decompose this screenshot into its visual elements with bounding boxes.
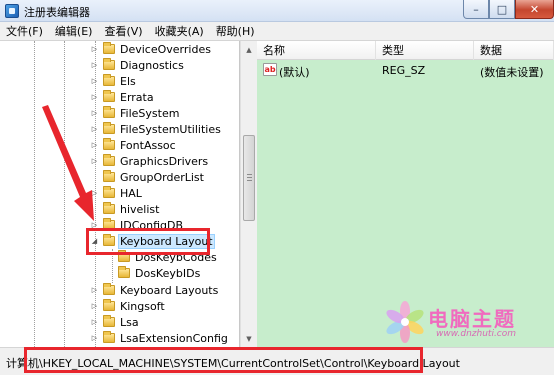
minimize-button[interactable]: – — [463, 0, 489, 19]
tree-item-els[interactable]: ▷ Els — [90, 73, 137, 89]
tree-item-keyboard-layouts[interactable]: ▷ Keyboard Layouts — [90, 282, 219, 298]
tree-item-grouporderlist[interactable]: GroupOrderList — [90, 169, 205, 185]
tree-item-errata[interactable]: ▷ Errata — [90, 89, 155, 105]
tree-item-lsaextensionconfig[interactable]: ▷ LsaExtensionConfig — [90, 330, 229, 346]
registry-tree[interactable]: ▷ DeviceOverrides ▷ Diagnostics ▷ Els ▷ … — [0, 41, 240, 347]
folder-icon — [103, 74, 115, 86]
tree-item-label: Kingsoft — [120, 299, 165, 313]
close-button[interactable]: ✕ — [515, 0, 554, 19]
highlight-box-status-path — [24, 347, 423, 373]
tree-item-label: FileSystemUtilities — [120, 122, 221, 136]
tree-item-label: GroupOrderList — [120, 170, 204, 184]
expand-arrow-icon[interactable]: ▷ — [90, 330, 99, 346]
tree-item-deviceoverrides[interactable]: ▷ DeviceOverrides — [90, 41, 212, 57]
tree-guide-line — [34, 41, 35, 347]
folder-icon — [103, 154, 115, 166]
tree-vertical-scrollbar[interactable]: ▲ ▼ — [240, 41, 257, 347]
highlight-box-keyboard-layout — [86, 228, 210, 255]
tree-item-label: FontAssoc — [120, 138, 176, 152]
menu-bar: 文件(F) 编辑(E) 查看(V) 收藏夹(A) 帮助(H) — [0, 22, 554, 41]
column-header-name[interactable]: 名称 — [257, 41, 376, 60]
tree-item-label: Keyboard Layouts — [120, 283, 219, 297]
maximize-button[interactable]: □ — [489, 0, 515, 19]
expand-arrow-icon[interactable]: ▷ — [90, 314, 99, 330]
scroll-up-arrow-icon[interactable]: ▲ — [241, 41, 257, 58]
tree-item-hivelist[interactable]: hivelist — [90, 201, 160, 217]
tree-item-filesystemutilities[interactable]: ▷ FileSystemUtilities — [90, 121, 222, 137]
watermark-flower-logo — [386, 301, 424, 343]
menu-view[interactable]: 查看(V) — [98, 23, 148, 39]
tree-item-lsa[interactable]: ▷ Lsa — [90, 314, 140, 330]
folder-icon — [103, 331, 115, 343]
value-row-default[interactable]: ab (默认) REG_SZ (数值未设置) — [257, 62, 554, 79]
tree-item-diagnostics[interactable]: ▷ Diagnostics — [90, 57, 185, 73]
menu-edit[interactable]: 编辑(E) — [49, 23, 99, 39]
tree-item-doskeybids[interactable]: DosKeybIDs — [105, 265, 201, 281]
tree-item-label: Lsa — [120, 315, 139, 329]
tree-item-label: LsaExtensionConfig — [120, 331, 228, 345]
folder-icon — [103, 186, 115, 198]
folder-icon — [103, 283, 115, 295]
grip-line — [247, 174, 252, 175]
tree-item-label: HAL — [120, 186, 142, 200]
folder-icon — [103, 138, 115, 150]
watermark-url: www.dnzhuti.com — [436, 329, 517, 339]
expand-arrow-icon[interactable]: ▷ — [90, 298, 99, 314]
menu-file[interactable]: 文件(F) — [0, 23, 49, 39]
tree-item-label: Diagnostics — [120, 58, 184, 72]
folder-icon — [103, 58, 115, 70]
tree-item-label: GraphicsDrivers — [120, 154, 209, 168]
menu-favorites[interactable]: 收藏夹(A) — [149, 23, 210, 39]
registry-editor-icon — [5, 4, 19, 18]
expand-arrow-icon[interactable]: ▷ — [90, 89, 99, 105]
folder-icon — [103, 90, 115, 102]
red-arrow-annotation-icon — [42, 105, 94, 221]
tree-item-label: DeviceOverrides — [120, 42, 211, 56]
tree-item-label: Errata — [120, 90, 154, 104]
folder-icon — [103, 106, 115, 118]
folder-icon — [103, 299, 115, 311]
expand-arrow-icon[interactable]: ▷ — [90, 41, 99, 57]
tree-item-fontassoc[interactable]: ▷ FontAssoc — [90, 137, 177, 153]
tree-item-label: hivelist — [120, 202, 160, 216]
folder-icon — [103, 202, 115, 214]
tree-item-kingsoft[interactable]: ▷ Kingsoft — [90, 298, 166, 314]
tree-item-label: FileSystem — [120, 106, 180, 120]
folder-icon — [103, 170, 115, 182]
folder-icon — [103, 122, 115, 134]
grip-line — [247, 180, 252, 181]
folder-icon — [103, 315, 115, 327]
column-header-data[interactable]: 数据 — [474, 41, 554, 60]
folder-icon — [118, 266, 130, 278]
tree-item-label: Els — [120, 74, 136, 88]
value-name: (默认) — [279, 66, 310, 79]
tree-item-graphicsdrivers[interactable]: ▷ GraphicsDrivers — [90, 153, 209, 169]
value-data: (数值未设置) — [480, 66, 544, 79]
window-title: 注册表编辑器 — [24, 6, 90, 19]
expand-arrow-icon[interactable]: ▷ — [90, 57, 99, 73]
scrollbar-thumb[interactable] — [243, 135, 255, 221]
expand-arrow-icon — [105, 265, 114, 281]
watermark-title: 电脑主题 — [428, 307, 516, 331]
string-value-icon: ab — [263, 63, 277, 76]
tree-item-label: DosKeybIDs — [135, 266, 201, 280]
tree-item-filesystem[interactable]: ▷ FileSystem — [90, 105, 180, 121]
expand-arrow-icon[interactable]: ▷ — [90, 73, 99, 89]
folder-icon — [103, 42, 115, 54]
expand-arrow-icon[interactable]: ▷ — [90, 282, 99, 298]
values-header: 名称 类型 数据 — [257, 41, 554, 60]
column-header-type[interactable]: 类型 — [376, 41, 474, 60]
scroll-down-arrow-icon[interactable]: ▼ — [241, 330, 257, 347]
grip-line — [247, 177, 252, 178]
menu-help[interactable]: 帮助(H) — [210, 23, 261, 39]
value-type: REG_SZ — [382, 64, 426, 77]
